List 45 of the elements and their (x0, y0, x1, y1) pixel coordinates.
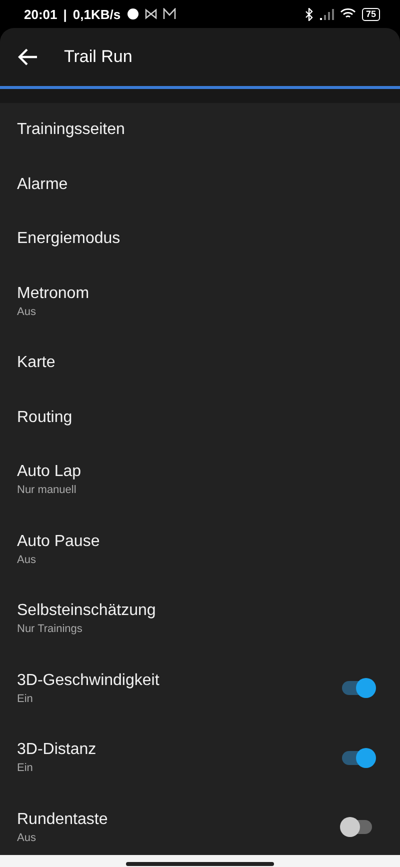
item-title: Rundentaste (17, 810, 109, 829)
network-speed: 0,1KB/s (72, 6, 121, 22)
settings-item[interactable]: Auto Lap Nur manuell (0, 445, 400, 514)
settings-item[interactable]: Alarme (0, 158, 400, 212)
item-title: Energiemodus (17, 230, 122, 248)
item-title: Selbsteinschätzung (17, 602, 157, 620)
item-title: Trainingsseiten (17, 121, 126, 140)
item-title: Routing (17, 408, 74, 427)
item-subtitle: Ein (17, 692, 34, 705)
item-title: Karte (17, 354, 56, 372)
settings-item[interactable]: Trainingsseiten (0, 103, 400, 158)
toggle-switch[interactable] (340, 678, 376, 698)
settings-item[interactable]: Rundentaste Aus (0, 792, 400, 862)
settings-item[interactable]: 3D-Geschwindigkeit Ein (0, 654, 400, 723)
item-title: Alarme (17, 176, 69, 194)
item-subtitle: Nur manuell (17, 484, 78, 496)
item-title: Auto Pause (17, 532, 101, 551)
item-subtitle: Aus (17, 554, 37, 566)
item-title: 3D-Distanz (17, 741, 98, 760)
settings-item[interactable]: Karte (0, 336, 400, 390)
screen-title: Trail Run (64, 47, 132, 67)
item-title: Auto Lap (17, 463, 82, 482)
settings-item[interactable]: Auto Pause Aus (0, 514, 400, 584)
settings-item[interactable]: Selbsteinschätzung Nur Trainings (0, 584, 400, 654)
item-subtitle: Aus (17, 306, 37, 318)
back-icon[interactable] (18, 48, 38, 66)
home-indicator[interactable] (126, 862, 274, 866)
item-subtitle: Aus (17, 832, 37, 844)
settings-item[interactable]: Routing (0, 390, 400, 445)
settings-item[interactable]: Metronom Aus (0, 266, 400, 336)
settings-item[interactable]: 3D-Distanz Ein (0, 723, 400, 792)
item-title: 3D-Geschwindigkeit (17, 672, 160, 690)
wifi-icon (340, 8, 356, 20)
app-icon (144, 8, 157, 20)
bluetooth-icon (304, 8, 314, 20)
separator: | (63, 6, 67, 22)
toggle-switch[interactable] (340, 748, 376, 768)
signal-icon (320, 8, 334, 20)
settings-item[interactable]: Energiemodus (0, 212, 400, 266)
status-time: 20:01 (24, 6, 58, 22)
item-subtitle: Nur Trainings (17, 623, 84, 636)
mail-icon (162, 8, 176, 20)
item-subtitle: Ein (17, 762, 34, 774)
item-title: Metronom (17, 284, 90, 303)
battery-indicator: 75 (362, 8, 380, 20)
